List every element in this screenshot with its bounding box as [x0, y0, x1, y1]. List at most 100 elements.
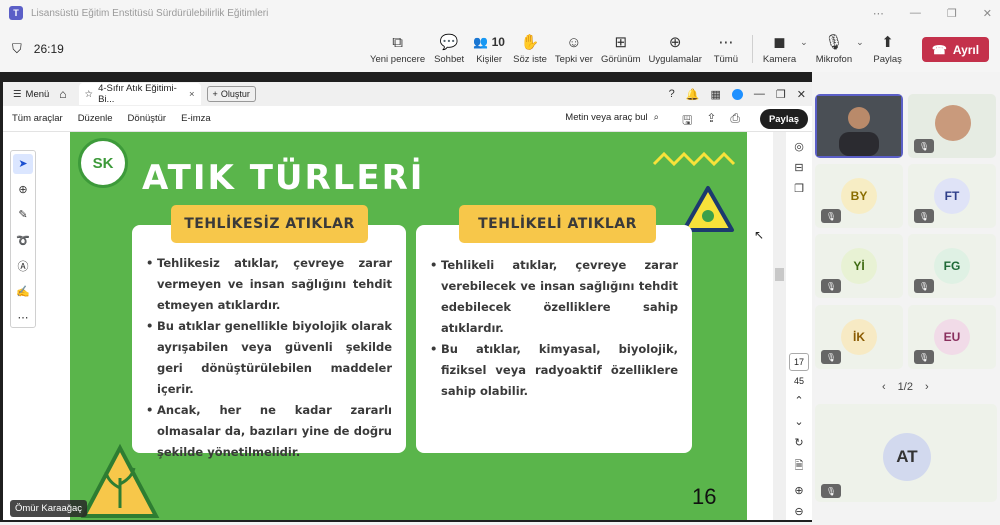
menu-edit[interactable]: Düzenle	[78, 113, 113, 124]
freehand-icon[interactable]: ➰	[13, 231, 33, 251]
apps-grid-icon[interactable]: ▦	[711, 88, 721, 101]
create-button[interactable]: + Oluştur	[206, 86, 256, 102]
tool-label: Kişiler	[476, 54, 503, 65]
minimize-icon[interactable]: —	[910, 7, 921, 19]
shield-icon: ⛉	[12, 41, 22, 56]
chevron-left-icon[interactable]: ‹	[882, 381, 886, 393]
help-icon[interactable]: ?	[669, 88, 675, 100]
hazardous-header: TEHLİKELİ ATIKLAR	[459, 205, 656, 243]
list-item: Ancak, her ne kadar zararlı olmasalar da…	[146, 400, 392, 463]
ai-assistant-icon[interactable]: ◎	[794, 140, 804, 153]
avatar: FT	[934, 178, 970, 214]
camera-off-icon: ◼︎	[773, 34, 786, 51]
print-icon[interactable]: ⎙	[730, 111, 740, 132]
slide-title: ATIK TÜRLERİ	[142, 158, 425, 198]
participant-tile[interactable]: FT 🎙	[908, 164, 996, 228]
raise-hand-button[interactable]: ✋ Söz iste	[509, 26, 551, 72]
participant-tile[interactable]: FG 🎙	[908, 234, 996, 298]
react-icon: ☺	[566, 34, 582, 51]
participant-tile-video[interactable]	[815, 94, 903, 158]
window-title: Lisansüstü Eğitim Enstitüsü Sürdürülebil…	[31, 7, 269, 19]
pen-icon[interactable]: ✎	[13, 205, 33, 225]
chevron-right-icon[interactable]: ›	[925, 381, 929, 393]
participant-tile-large[interactable]: AT 🎙	[815, 404, 997, 502]
gallery-pager: ‹ 1/2 ›	[882, 381, 929, 393]
mic-muted-icon: 🎙	[914, 139, 934, 153]
comment-icon[interactable]: ⊕	[13, 180, 33, 200]
close-window-icon[interactable]: ✕	[983, 7, 992, 20]
hazardous-card: Tehlikeli atıklar, çevreye zarar verebil…	[416, 225, 692, 453]
menu-all-tools[interactable]: Tüm araçlar	[12, 113, 63, 124]
participant-tile[interactable]: BY 🎙	[815, 164, 903, 228]
upload-icon[interactable]: ⇪	[706, 111, 716, 132]
list-item: Bu atıklar genellikle biyolojik olarak a…	[146, 316, 392, 400]
create-label: Oluştur	[220, 89, 250, 99]
scrollbar-thumb[interactable]	[775, 268, 784, 281]
mouse-cursor-icon: ↖	[754, 228, 765, 242]
view-button[interactable]: ⊞ Görünüm	[597, 26, 645, 72]
menu-esign[interactable]: E-imza	[181, 113, 211, 124]
pdf-share-button[interactable]: Paylaş	[760, 109, 808, 129]
home-icon[interactable]: ⌂	[59, 87, 66, 101]
mic-muted-icon: 🎙	[821, 484, 841, 498]
restore-icon[interactable]: ❐	[776, 88, 786, 101]
select-cursor-icon[interactable]: ➤	[13, 154, 33, 174]
avatar: İK	[841, 319, 877, 355]
browser-tab-actions: ? 🔔 ▦ — ❐ ✕	[669, 82, 806, 106]
find-tool-search[interactable]: Metin veya araç bul ⌕	[565, 112, 659, 123]
react-button[interactable]: ☺ Tepki ver	[551, 26, 597, 72]
signature-icon[interactable]: ✍	[13, 282, 33, 302]
people-button[interactable]: 👥 10 Kişiler	[469, 26, 509, 72]
chevron-down-icon[interactable]: ⌄	[800, 37, 808, 48]
chevron-down-icon[interactable]: ⌄	[794, 415, 803, 428]
document-tab[interactable]: ☆ 4-Sıfır Atık Eğitimi-Bi... ×	[78, 83, 201, 105]
pages-icon[interactable]: ❐	[794, 182, 804, 195]
share-window-icon: ⧉	[392, 34, 403, 51]
document-scrollbar[interactable]	[773, 132, 786, 520]
page-icon[interactable]: 🗎	[795, 457, 804, 476]
profile-avatar[interactable]	[731, 88, 743, 100]
close-tab-icon[interactable]: ×	[189, 89, 195, 100]
more-options-icon[interactable]: ⋯	[873, 7, 884, 20]
apps-button[interactable]: ⊕ Uygulamalar	[645, 26, 706, 72]
chat-button[interactable]: 💬 Sohbet	[429, 26, 469, 72]
more-tools-icon[interactable]: ⋯	[13, 307, 33, 327]
raise-hand-icon: ✋	[520, 34, 540, 51]
chevron-down-icon[interactable]: ⌄	[856, 37, 864, 48]
tool-label: Uygulamalar	[648, 54, 702, 65]
bookmark-icon[interactable]: ⊟	[794, 161, 803, 174]
sk-logo: SK	[78, 138, 128, 188]
leave-button[interactable]: ☎ Ayrıl	[922, 37, 989, 62]
participant-tile[interactable]: Yİ 🎙	[815, 234, 903, 298]
share-button[interactable]: ⬆ Paylaş	[868, 26, 908, 72]
zoom-in-icon[interactable]: ⊕	[794, 484, 803, 497]
refresh-icon[interactable]: ↻	[794, 436, 803, 449]
participant-tile-video[interactable]: 🎙	[908, 94, 996, 158]
participant-tile[interactable]: EU 🎙	[908, 305, 996, 369]
maximize-icon[interactable]: ❐	[947, 7, 957, 20]
save-icon[interactable]: 🖫	[682, 111, 692, 132]
zoom-out-icon[interactable]: ⊖	[794, 505, 803, 518]
mic-button[interactable]: 🎙 Mikrofon	[812, 26, 856, 72]
chevron-up-icon[interactable]: ⌃	[794, 394, 803, 407]
page-number-input[interactable]: 17	[789, 353, 809, 371]
mic-muted-icon: 🎙	[821, 209, 841, 223]
camera-button[interactable]: ◼︎ Kamera	[759, 26, 800, 72]
new-window-button[interactable]: ⧉ Yeni pencere	[366, 26, 429, 72]
minimize-icon[interactable]: —	[754, 88, 765, 100]
pdf-viewer-window: ☰ Menü ⌂ ☆ 4-Sıfır Atık Eğitimi-Bi... × + Ol…	[3, 82, 812, 520]
participant-tile[interactable]: İK 🎙	[815, 305, 903, 369]
close-icon[interactable]: ✕	[797, 88, 806, 101]
menu-button[interactable]: ☰ Menü	[13, 89, 49, 100]
more-button[interactable]: ⋯ Tümü	[706, 26, 746, 72]
avatar: EU	[934, 319, 970, 355]
avatar: FG	[934, 248, 970, 284]
tool-label: Sohbet	[434, 54, 465, 65]
tab-title: 4-Sıfır Atık Eğitimi-Bi...	[98, 83, 177, 105]
list-item: Bu atıklar, kimyasal, biyolojik, fizikse…	[430, 339, 678, 402]
tool-label: Görünüm	[600, 54, 641, 65]
page-total: 45	[793, 376, 804, 386]
text-box-icon[interactable]: Ⓐ	[13, 256, 33, 276]
menu-convert[interactable]: Dönüştür	[128, 113, 167, 124]
bell-icon[interactable]: 🔔	[686, 88, 700, 101]
